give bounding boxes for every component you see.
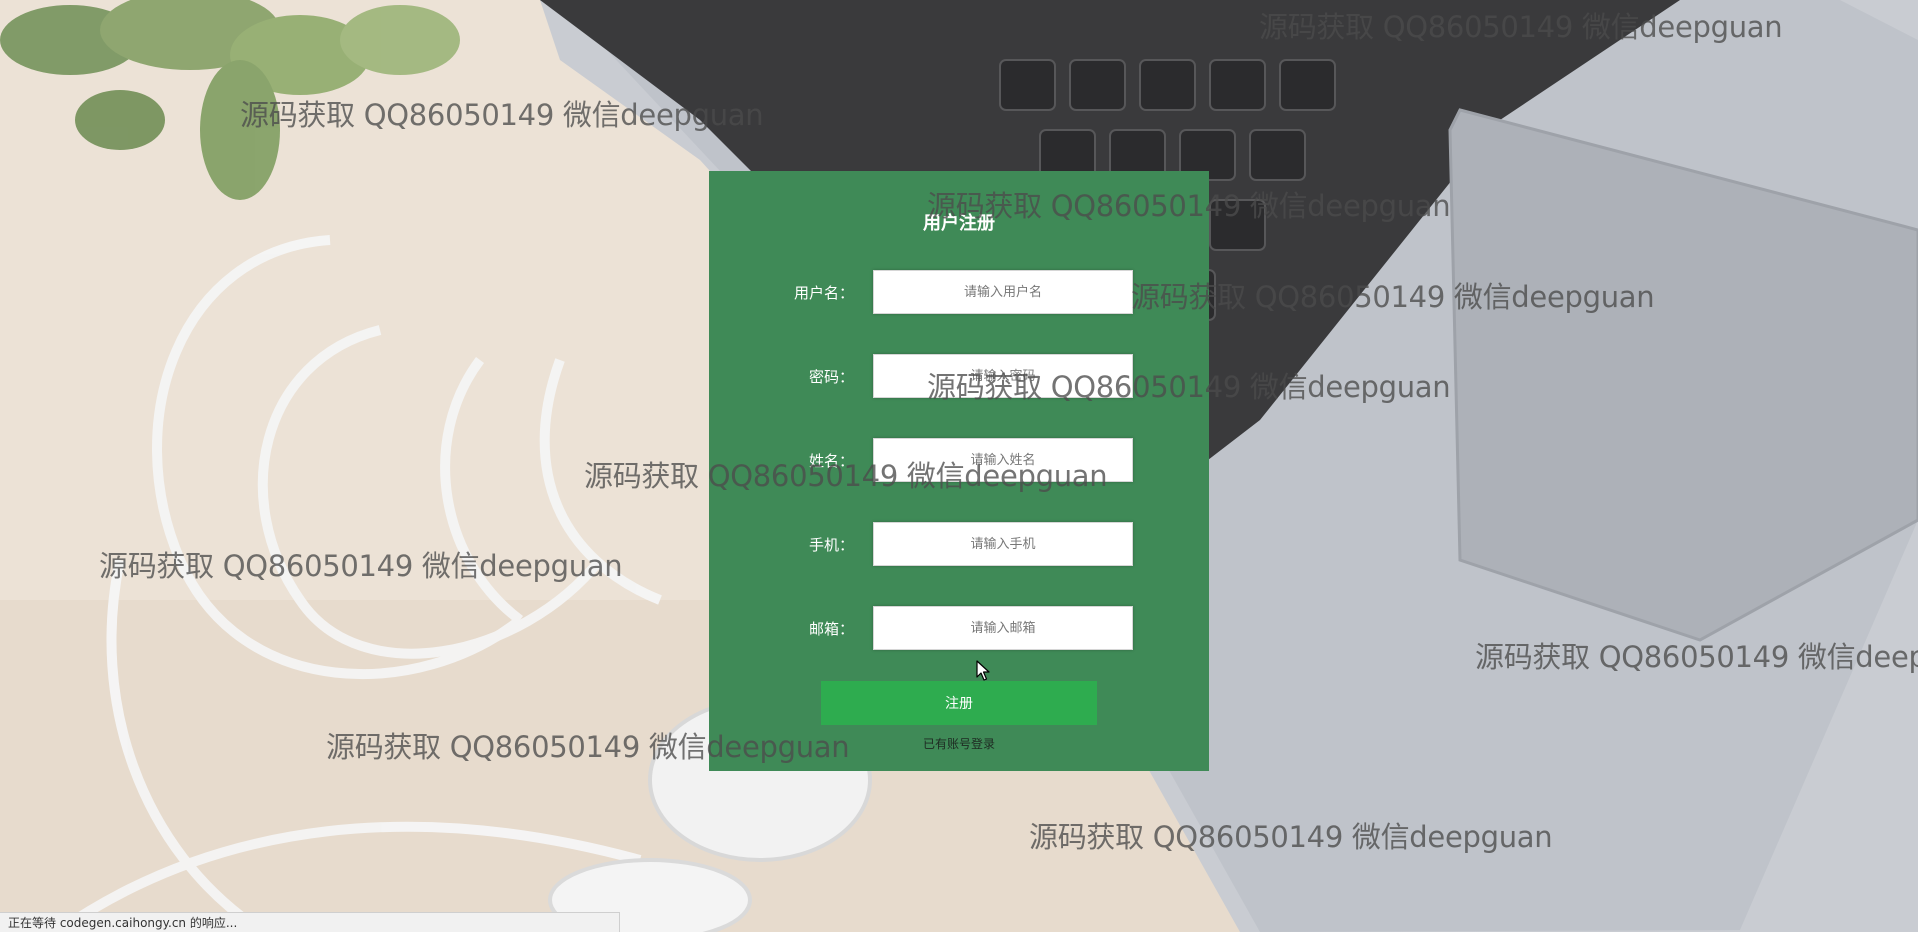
password-label: 密码： bbox=[808, 368, 854, 386]
username-row: 用户名： bbox=[709, 270, 1209, 316]
register-card: 用户注册 用户名： 密码： 姓名： 手机： 邮箱： 注册 已有账号登录 bbox=[709, 171, 1209, 771]
email-label: 邮箱： bbox=[808, 620, 854, 638]
phone-label: 手机： bbox=[808, 536, 854, 554]
password-row: 密码： bbox=[709, 354, 1209, 400]
name-row: 姓名： bbox=[709, 438, 1209, 484]
login-link[interactable]: 已有账号登录 bbox=[709, 735, 1209, 752]
username-label: 用户名： bbox=[793, 284, 854, 302]
browser-status-bar: 正在等待 codegen.caihongy.cn 的响应... bbox=[0, 912, 620, 932]
username-input[interactable] bbox=[873, 270, 1133, 314]
form-title: 用户注册 bbox=[923, 213, 995, 234]
email-input[interactable] bbox=[873, 606, 1133, 650]
name-label: 姓名： bbox=[808, 452, 854, 470]
name-input[interactable] bbox=[873, 438, 1133, 482]
phone-row: 手机： bbox=[709, 522, 1209, 568]
password-input[interactable] bbox=[873, 354, 1133, 398]
mouse-cursor-icon bbox=[976, 660, 990, 681]
register-button[interactable]: 注册 bbox=[821, 681, 1097, 725]
phone-input[interactable] bbox=[873, 522, 1133, 566]
page: 用户注册 用户名： 密码： 姓名： 手机： 邮箱： 注册 已有账号登录 源码获取… bbox=[0, 0, 1918, 932]
email-row: 邮箱： bbox=[709, 606, 1209, 652]
